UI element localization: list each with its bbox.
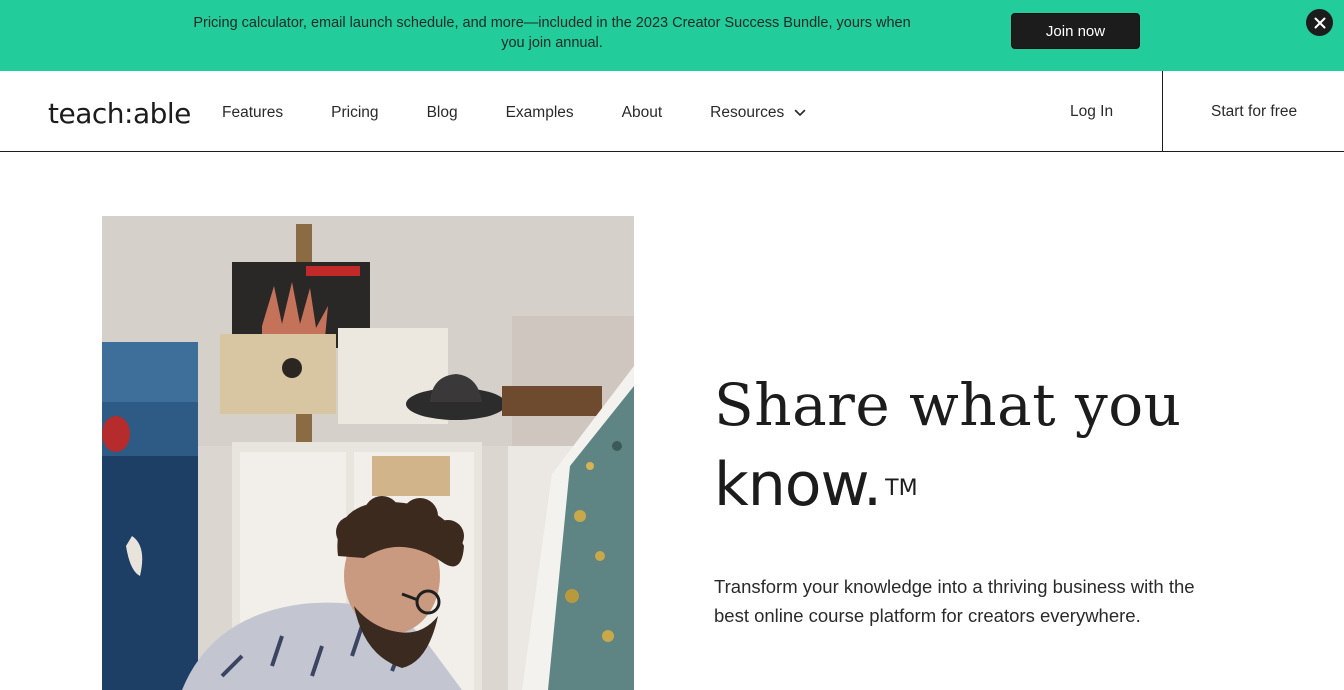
- hero-headline: Share what you know. TM: [714, 368, 1182, 528]
- log-in-link[interactable]: Log In: [1070, 103, 1113, 121]
- join-now-button[interactable]: Join now: [1011, 13, 1140, 49]
- nav-link-examples[interactable]: Examples: [506, 104, 574, 122]
- nav-link-features[interactable]: Features: [222, 104, 283, 122]
- headline-know: know.: [714, 450, 882, 520]
- banner-text: Pricing calculator, email launch schedul…: [193, 15, 911, 51]
- nav-link-resources[interactable]: Resources: [710, 104, 806, 122]
- headline-line-1: Share what you: [714, 371, 1182, 439]
- nav-divider: [1162, 71, 1163, 151]
- start-for-free-link[interactable]: Start for free: [1211, 103, 1297, 121]
- headline-line-2: know. TM: [714, 442, 1182, 528]
- nav-link-blog[interactable]: Blog: [427, 104, 458, 122]
- main-nav: teach:able Features Pricing Blog Example…: [0, 71, 1344, 152]
- announcement-banner: Pricing calculator, email launch schedul…: [0, 0, 1344, 71]
- nav-links: Features Pricing Blog Examples About Res…: [222, 104, 854, 122]
- nav-link-about[interactable]: About: [622, 104, 663, 122]
- close-icon[interactable]: [1306, 9, 1333, 36]
- hero-subtext: Transform your knowledge into a thriving…: [714, 576, 1195, 626]
- trademark-mark: TM: [885, 476, 918, 501]
- nav-link-pricing[interactable]: Pricing: [331, 104, 378, 122]
- chevron-down-icon[interactable]: [794, 109, 806, 117]
- teachable-logo[interactable]: teach:able: [48, 97, 191, 130]
- hero-image: [102, 216, 634, 690]
- nav-link-resources-label: Resources: [710, 104, 785, 121]
